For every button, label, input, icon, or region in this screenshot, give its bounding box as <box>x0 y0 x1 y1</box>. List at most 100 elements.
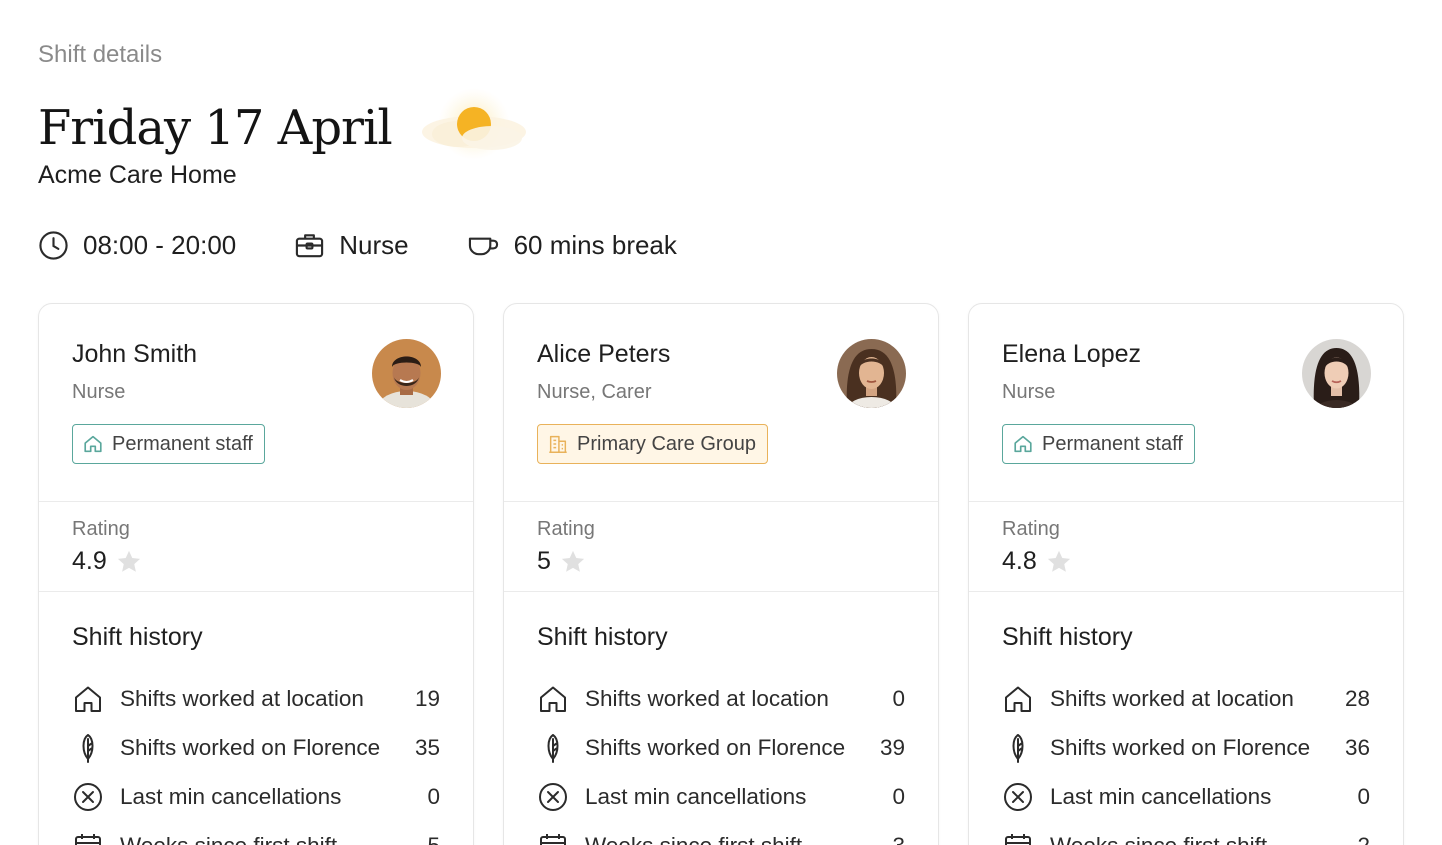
history-value: 19 <box>414 685 440 711</box>
staff-card-alice-peters[interactable]: Alice Peters Nurse, Carer Primary Care G… <box>503 303 939 845</box>
calendar-icon <box>75 833 101 845</box>
employment-badge-label: Permanent staff <box>112 432 253 455</box>
shift-history-title: Shift history <box>72 623 203 651</box>
history-row-cancellations: Last min cancellations 0 <box>72 772 440 821</box>
shift-break-text: 60 mins break <box>513 230 677 260</box>
shift-history: Shift history Shifts worked at location … <box>969 592 1403 845</box>
home-icon <box>540 686 566 712</box>
employment-badge: Permanent staff <box>1002 424 1195 464</box>
avatar <box>1302 339 1371 408</box>
shift-history-title: Shift history <box>1002 623 1133 651</box>
history-label: Last min cancellations <box>1050 783 1272 809</box>
history-label: Shifts worked at location <box>1050 685 1294 711</box>
staff-card-header: Alice Peters Nurse, Carer Primary Care G… <box>504 304 938 502</box>
history-row-weeks: Weeks since first shift 2 <box>1002 821 1370 845</box>
history-value: 5 <box>427 832 440 845</box>
history-label: Weeks since first shift <box>120 832 338 845</box>
rating-value: 4.9 <box>72 547 107 575</box>
shift-role: Nurse <box>294 230 409 261</box>
history-value: 0 <box>892 685 905 711</box>
feather-icon <box>82 733 94 763</box>
staff-rating: Rating 4.9 <box>39 502 473 592</box>
staff-card-header: John Smith Nurse Permanent staff <box>39 304 473 502</box>
page-title: Friday 17 April <box>38 100 393 156</box>
home-icon <box>84 435 102 453</box>
history-value: 2 <box>1357 832 1370 845</box>
history-label: Shifts worked at location <box>585 685 829 711</box>
building-icon <box>549 435 567 453</box>
rating-value: 4.8 <box>1002 547 1037 575</box>
shift-role-text: Nurse <box>339 230 409 260</box>
star-icon <box>1047 550 1070 572</box>
cancel-circle-icon <box>539 782 567 811</box>
history-row-weeks: Weeks since first shift 5 <box>72 821 440 845</box>
staff-rating: Rating 4.8 <box>969 502 1403 592</box>
page-eyebrow: Shift details <box>38 41 163 68</box>
employment-badge-label: Primary Care Group <box>577 432 756 455</box>
history-label: Shifts worked at location <box>120 685 364 711</box>
home-icon <box>75 686 101 712</box>
briefcase-icon <box>296 234 324 258</box>
shift-history-title: Shift history <box>537 623 668 651</box>
staff-rating: Rating 5 <box>504 502 938 592</box>
history-value: 0 <box>892 783 905 809</box>
shift-history: Shift history Shifts worked at location … <box>504 592 938 845</box>
history-label: Weeks since first shift <box>1050 832 1268 845</box>
rating-value: 5 <box>537 547 551 575</box>
history-row-weeks: Weeks since first shift 3 <box>537 821 905 845</box>
history-value: 0 <box>427 783 440 809</box>
history-value: 3 <box>892 832 905 845</box>
employment-badge: Primary Care Group <box>537 424 768 464</box>
shift-time: 08:00 - 20:00 <box>38 230 236 261</box>
home-icon <box>1005 686 1031 712</box>
employment-badge-label: Permanent staff <box>1042 432 1183 455</box>
shift-meta: 08:00 - 20:00 Nurse 60 mins break <box>38 230 735 261</box>
calendar-icon <box>1005 833 1031 845</box>
history-row-location: Shifts worked at location 0 <box>537 674 905 723</box>
history-label: Weeks since first shift <box>585 832 803 845</box>
staff-card-elena-lopez[interactable]: Elena Lopez Nurse Permanent staff Rating… <box>968 303 1404 845</box>
history-row-florence: Shifts worked on Florence 35 <box>72 723 440 772</box>
shift-break: 60 mins break <box>467 230 677 261</box>
rating-label: Rating <box>72 518 130 540</box>
sun-with-cloud-icon <box>418 88 530 168</box>
cancel-circle-icon <box>1004 782 1032 811</box>
feather-icon <box>547 733 559 763</box>
calendar-icon <box>540 833 566 845</box>
history-row-location: Shifts worked at location 28 <box>1002 674 1370 723</box>
rating-label: Rating <box>1002 518 1060 540</box>
clock-icon <box>39 231 68 260</box>
avatar <box>372 339 441 408</box>
history-label: Shifts worked on Florence <box>120 734 381 760</box>
star-icon <box>117 550 140 572</box>
history-value: 39 <box>879 734 905 760</box>
rating-label: Rating <box>537 518 595 540</box>
staff-card-header: Elena Lopez Nurse Permanent staff <box>969 304 1403 502</box>
history-row-cancellations: Last min cancellations 0 <box>1002 772 1370 821</box>
history-value: 0 <box>1357 783 1370 809</box>
history-row-florence: Shifts worked on Florence 36 <box>1002 723 1370 772</box>
home-icon <box>1014 435 1032 453</box>
history-label: Last min cancellations <box>120 783 342 809</box>
shift-time-text: 08:00 - 20:00 <box>83 230 237 260</box>
history-value: 35 <box>414 734 440 760</box>
shift-history: Shift history Shifts worked at location … <box>39 592 473 845</box>
feather-icon <box>1012 733 1024 763</box>
history-label: Last min cancellations <box>585 783 807 809</box>
cancel-circle-icon <box>74 782 102 811</box>
history-value: 36 <box>1344 734 1370 760</box>
location-name: Acme Care Home <box>38 161 237 189</box>
avatar <box>837 339 906 408</box>
staff-cards: John Smith Nurse Permanent staff Rating … <box>38 303 1404 845</box>
history-row-cancellations: Last min cancellations 0 <box>537 772 905 821</box>
history-row-florence: Shifts worked on Florence 39 <box>537 723 905 772</box>
history-row-location: Shifts worked at location 19 <box>72 674 440 723</box>
history-label: Shifts worked on Florence <box>1050 734 1311 760</box>
history-value: 28 <box>1344 685 1370 711</box>
coffee-cup-icon <box>468 237 498 256</box>
history-label: Shifts worked on Florence <box>585 734 846 760</box>
staff-card-john-smith[interactable]: John Smith Nurse Permanent staff Rating … <box>38 303 474 845</box>
title-row: Friday 17 April <box>38 88 530 168</box>
star-icon <box>561 550 584 572</box>
employment-badge: Permanent staff <box>72 424 265 464</box>
